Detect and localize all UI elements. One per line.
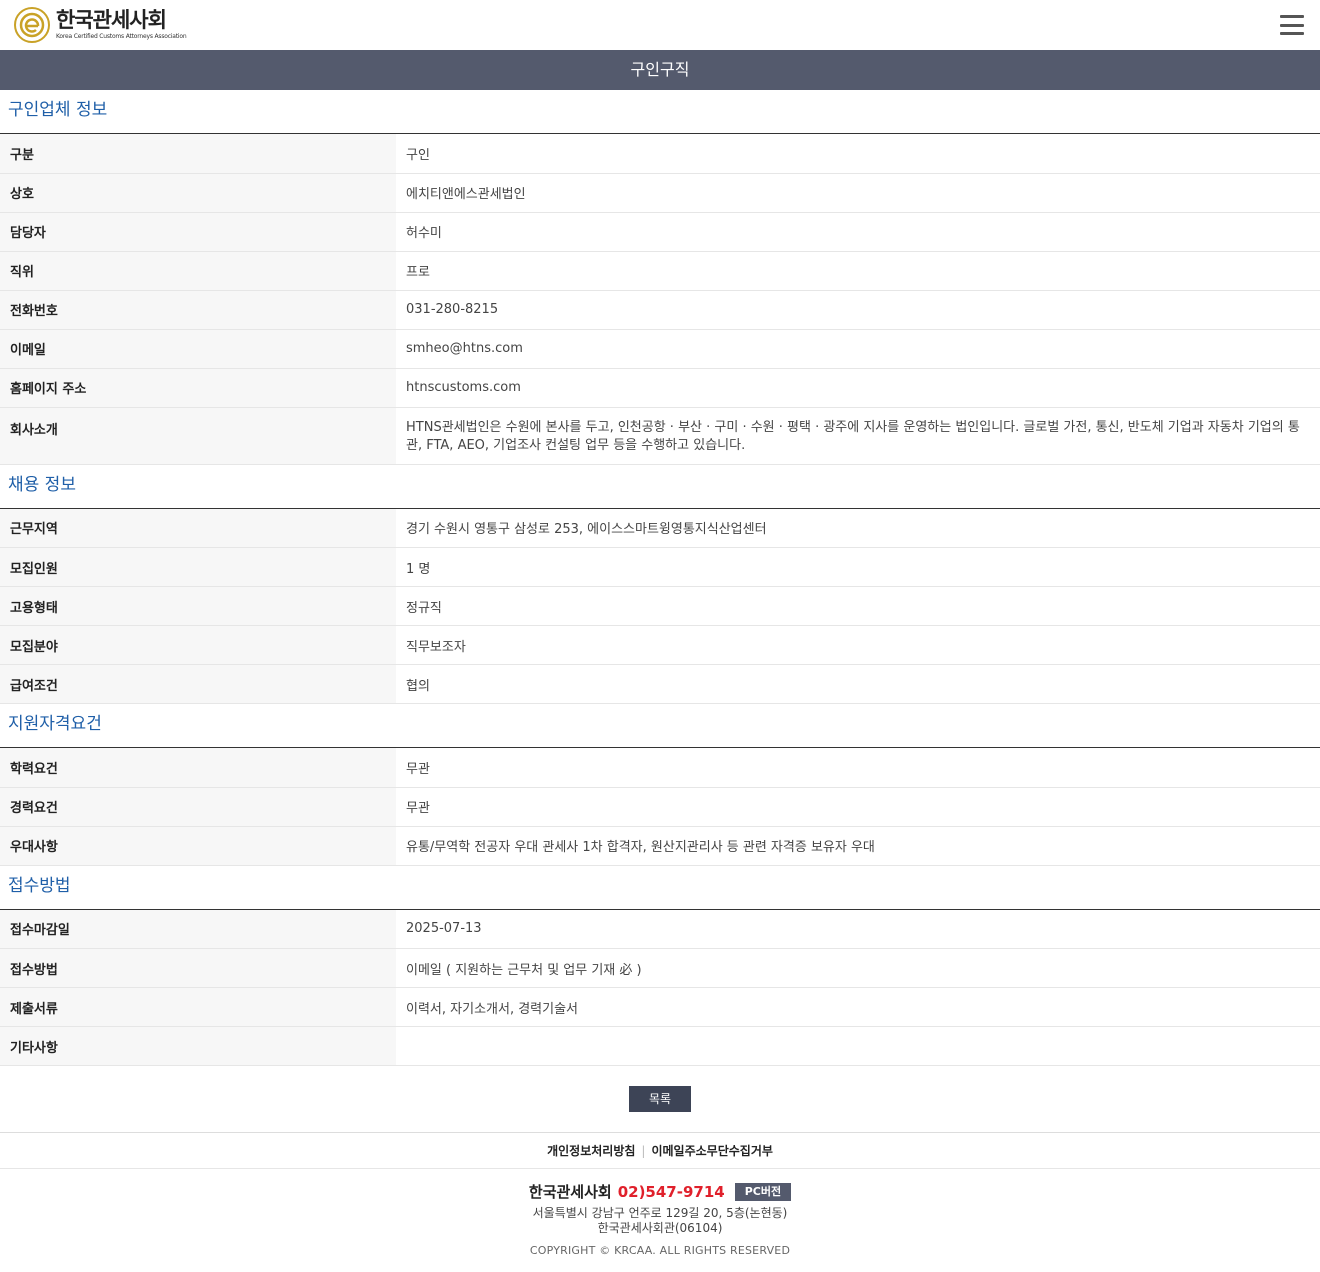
row-label: 이메일 — [0, 329, 396, 368]
footer-building: 한국관세사회관(06104) — [597, 1221, 723, 1235]
row-label: 우대사항 — [0, 826, 396, 865]
row-value: 2025-07-13 — [406, 921, 482, 937]
row-label: 급여조건 — [0, 664, 396, 704]
row-value: 구인 — [406, 147, 430, 163]
row-label: 접수마감일 — [0, 909, 396, 949]
row-value: HTNS관세법인은 수원에 본사를 두고, 인천공항 · 부산 · 구미 · 수… — [406, 419, 1300, 453]
row-label: 경력요건 — [0, 787, 396, 826]
row-value: 이력서, 자기소개서, 경력기술서 — [406, 1001, 579, 1017]
footer-org-name: 한국관세사회 — [528, 1183, 612, 1201]
list-button-area: 목록 — [0, 1066, 1320, 1133]
row-value: 1 명 — [406, 561, 431, 577]
row-label: 모집분야 — [0, 625, 396, 665]
site-logo[interactable]: 한국관세사회 Korea Certified Customs Attorneys… — [14, 7, 187, 43]
row-value: 유통/무역학 전공자 우대 관세사 1차 합격자, 원산지관리사 등 관련 자격… — [406, 840, 875, 855]
table-row: 직위 프로 — [0, 251, 1320, 290]
footer-links: 개인정보처리방침 | 이메일주소무단수집거부 — [0, 1133, 1320, 1169]
row-label: 근무지역 — [0, 508, 396, 548]
row-label: 고용형태 — [0, 586, 396, 626]
table-row: 학력요건 무관 — [0, 748, 1320, 787]
table-row: 고용형태 정규직 — [0, 586, 1320, 626]
row-label: 직위 — [0, 251, 396, 290]
table-row: 전화번호 031-280-8215 — [0, 290, 1320, 329]
logo-english-name: Korea Certified Customs Attorneys Associ… — [56, 33, 187, 40]
row-label: 학력요건 — [0, 748, 396, 787]
table-row: 회사소개 HTNS관세법인은 수원에 본사를 두고, 인천공항 · 부산 · 구미… — [0, 407, 1320, 464]
page-title: 구인구직 — [0, 50, 1320, 90]
row-value: 에치티앤에스관세법인 — [406, 187, 526, 202]
row-label: 제출서류 — [0, 987, 396, 1027]
email-refusal-link[interactable]: 이메일주소무단수집거부 — [651, 1142, 772, 1159]
table-row: 모집분야 직무보조자 — [0, 625, 1320, 665]
logo-korean-name: 한국관세사회 — [56, 8, 167, 32]
row-label: 구분 — [0, 134, 396, 173]
table-row: 홈페이지 주소 htnscustoms.com — [0, 368, 1320, 407]
row-value: 무관 — [406, 761, 430, 777]
row-label: 전화번호 — [0, 290, 396, 329]
table-row: 접수방법 이메일 ( 지원하는 근무처 및 업무 기재 必 ) — [0, 948, 1320, 988]
table-row: 접수마감일 2025-07-13 — [0, 909, 1320, 949]
section-title-company: 구인업체 정보 — [0, 90, 1320, 134]
company-info-table: 구분 구인 상호 에치티앤에스관세법인 담당자 허수미 직위 프로 전화번호 031-28… — [0, 134, 1320, 465]
list-button[interactable]: 목록 — [629, 1086, 691, 1112]
table-row: 근무지역 경기 수원시 영통구 삼성로 253, 에이스스마트윙영통지식산업센터 — [0, 508, 1320, 548]
table-row: 상호 에치티앤에스관세법인 — [0, 173, 1320, 212]
row-label: 상호 — [0, 173, 396, 212]
row-value: htnscustoms.com — [406, 380, 521, 395]
table-row: 급여조건 협의 — [0, 664, 1320, 704]
logo-emblem-icon — [14, 7, 50, 43]
qualification-table: 학력요건 무관 경력요건 무관 우대사항 유통/무역학 전공자 우대 관세사 1차 합… — [0, 748, 1320, 866]
pc-version-button[interactable]: PC버전 — [734, 1182, 792, 1201]
row-value: 협의 — [406, 678, 430, 694]
row-label: 담당자 — [0, 212, 396, 251]
row-value: 정규직 — [406, 600, 442, 616]
row-label: 접수방법 — [0, 948, 396, 988]
row-value: 031-280-8215 — [406, 302, 499, 317]
application-table: 접수마감일 2025-07-13 접수방법 이메일 ( 지원하는 근무처 및 업무 … — [0, 909, 1320, 1066]
table-row: 구분 구인 — [0, 134, 1320, 173]
section-title-application: 접수방법 — [0, 866, 1320, 910]
privacy-policy-link[interactable]: 개인정보처리방침 — [547, 1142, 635, 1159]
footer-phone[interactable]: 02)547-9714 — [618, 1183, 725, 1201]
section-title-qualification: 지원자격요건 — [0, 704, 1320, 748]
job-info-table: 근무지역 경기 수원시 영통구 삼성로 253, 에이스스마트윙영통지식산업센터 … — [0, 508, 1320, 705]
footer-address: 서울특별시 강남구 언주로 129길 20, 5층(논현동) — [532, 1206, 788, 1220]
table-row: 기타사항 — [0, 1026, 1320, 1066]
row-value: 경기 수원시 영통구 삼성로 253, 에이스스마트윙영통지식산업센터 — [406, 522, 767, 538]
table-row: 경력요건 무관 — [0, 787, 1320, 826]
row-value: 이메일 ( 지원하는 근무처 및 업무 기재 必 ) — [406, 962, 642, 978]
row-value: 프로 — [406, 265, 430, 280]
copyright: COPYRIGHT © KRCAA. ALL RIGHTS RESERVED — [529, 1244, 791, 1257]
table-row: 제출서류 이력서, 자기소개서, 경력기술서 — [0, 987, 1320, 1027]
row-value: 허수미 — [406, 226, 442, 241]
site-header: 한국관세사회 Korea Certified Customs Attorneys… — [0, 0, 1320, 50]
row-value: smheo@htns.com — [406, 341, 523, 356]
section-title-job: 채용 정보 — [0, 465, 1320, 509]
row-label: 홈페이지 주소 — [0, 368, 396, 407]
row-label: 회사소개 — [0, 407, 396, 464]
link-separator: | — [641, 1143, 646, 1158]
hamburger-menu-icon[interactable] — [1280, 15, 1304, 35]
table-row: 담당자 허수미 — [0, 212, 1320, 251]
footer-info: 한국관세사회 02)547-9714 PC버전 서울특별시 강남구 언주로 12… — [0, 1169, 1320, 1257]
table-row: 이메일 smheo@htns.com — [0, 329, 1320, 368]
row-label: 기타사항 — [0, 1026, 396, 1066]
table-row: 모집인원 1 명 — [0, 547, 1320, 587]
row-label: 모집인원 — [0, 547, 396, 587]
row-value — [396, 1027, 1320, 1066]
row-value: 직무보조자 — [406, 639, 466, 655]
table-row: 우대사항 유통/무역학 전공자 우대 관세사 1차 합격자, 원산지관리사 등 관… — [0, 826, 1320, 865]
row-value: 무관 — [406, 801, 430, 816]
